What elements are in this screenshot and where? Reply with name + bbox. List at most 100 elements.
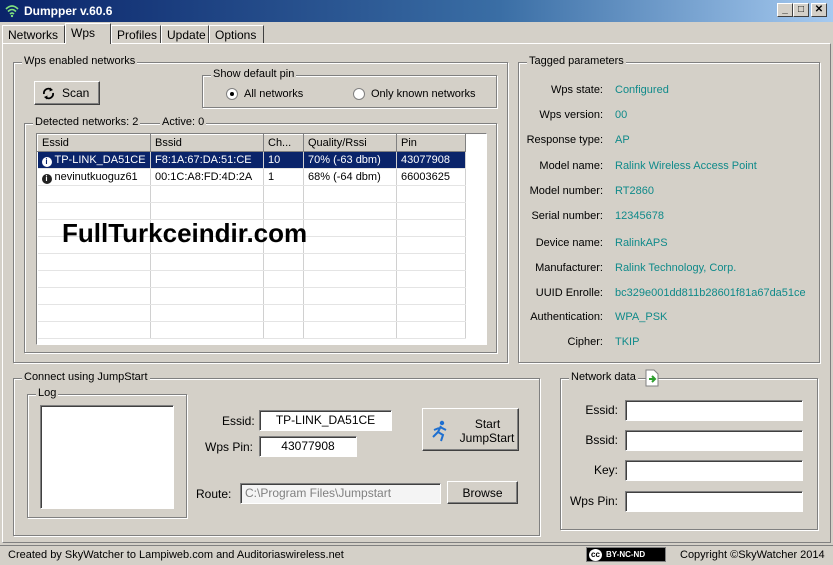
refresh-icon	[43, 87, 54, 100]
col-bssid[interactable]: Bssid	[150, 134, 264, 152]
nd-key-field[interactable]	[625, 460, 803, 481]
param-value: 00	[615, 109, 628, 121]
credits-text: Created by SkyWatcher to Lampiweb.com an…	[8, 549, 344, 561]
window-title: Dumpper v.60.6	[24, 4, 113, 18]
wps-networks-title: Wps enabled networks	[22, 55, 138, 67]
param-label: Wps state:	[551, 84, 603, 96]
log-textarea[interactable]	[40, 405, 174, 509]
param-value: RT2860	[615, 185, 654, 197]
all-networks-label: All networks	[244, 88, 304, 100]
empty-row	[37, 253, 466, 271]
active-count: Active: 0	[160, 116, 207, 128]
param-label: Device name:	[535, 237, 603, 249]
title-bar: Dumpper v.60.6 _ □ ✕	[0, 0, 833, 22]
param-value: TKIP	[615, 336, 640, 348]
empty-row	[37, 270, 466, 288]
essid-cell: i TP-LINK_DA51CE	[37, 151, 151, 169]
export-icon[interactable]	[643, 369, 661, 387]
param-label: Model number:	[529, 185, 603, 197]
network-data-title: Network data	[569, 371, 638, 383]
param-value: Ralink Technology, Corp.	[615, 262, 737, 274]
status-bar: Created by SkyWatcher to Lampiweb.com an…	[0, 545, 833, 565]
table-header-row: Essid Bssid Ch... Quality/Rssi Pin	[37, 134, 466, 152]
close-button[interactable]: ✕	[811, 3, 827, 17]
col-essid[interactable]: Essid	[37, 134, 151, 152]
param-label: Wps version:	[539, 109, 603, 121]
param-label: Model name:	[539, 160, 603, 172]
route-field[interactable]: C:\Program Files\Jumpstart	[240, 483, 441, 504]
empty-row	[37, 202, 466, 220]
bssid-cell: 00:1C:A8:FD:4D:2A	[150, 168, 264, 186]
minimize-button[interactable]: _	[777, 3, 793, 17]
known-networks-label: Only known networks	[371, 88, 476, 100]
wifi-app-icon	[5, 5, 19, 18]
info-icon: i	[41, 156, 52, 167]
start-label: Start	[474, 417, 501, 431]
col-pin[interactable]: Pin	[396, 134, 466, 152]
param-label: Response type:	[526, 134, 603, 146]
bssid-cell: F8:1A:67:DA:51:CE	[150, 151, 264, 169]
jumpstart-label: JumpStart	[459, 431, 515, 445]
param-value: WPA_PSK	[615, 311, 668, 323]
empty-row	[37, 185, 466, 203]
scan-label: Scan	[62, 86, 90, 100]
tagged-parameters-title: Tagged parameters	[527, 55, 626, 67]
tab-update[interactable]: Update	[161, 25, 209, 44]
nd-pin-label: Wps Pin:	[569, 494, 618, 508]
quality-cell: 70% (-63 dbm)	[303, 151, 397, 169]
nd-bssid-field[interactable]	[625, 430, 803, 451]
tab-wps[interactable]: Wps	[65, 23, 111, 44]
runner-icon	[432, 420, 447, 442]
default-pin-title: Show default pin	[211, 68, 297, 80]
detected-count: Detected networks: 2	[33, 116, 141, 128]
essid-text: TP-LINK_DA51CE	[54, 153, 146, 166]
scan-button[interactable]: Scan	[34, 81, 100, 105]
nd-essid-field[interactable]	[625, 400, 803, 421]
col-channel[interactable]: Ch...	[263, 134, 304, 152]
param-value: 12345678	[615, 210, 664, 222]
param-label: UUID Enrolle:	[535, 287, 603, 299]
watermark-text: FullTurkceindir.com	[62, 218, 308, 248]
license-text: BY-NC-ND	[606, 550, 646, 559]
essid-label: Essid:	[222, 414, 255, 428]
info-icon: i	[41, 173, 52, 184]
browse-button[interactable]: Browse	[447, 481, 518, 504]
param-label: Serial number:	[531, 210, 603, 222]
copyright-text: Copyright ©SkyWatcher 2014	[680, 549, 825, 561]
param-label: Cipher:	[567, 336, 603, 348]
start-jumpstart-button[interactable]: Start JumpStart	[422, 408, 519, 451]
param-label: Manufacturer:	[535, 262, 603, 274]
nd-pin-field[interactable]	[625, 491, 803, 512]
param-value: bc329e001dd811b28601f81a67da51ce	[615, 287, 806, 299]
maximize-button[interactable]: □	[793, 3, 809, 17]
cc-icon: cc	[589, 549, 602, 561]
tab-profiles[interactable]: Profiles	[111, 25, 161, 44]
essid-cell: i nevinutkuoguz61	[37, 168, 151, 186]
col-quality[interactable]: Quality/Rssi	[303, 134, 397, 152]
nd-bssid-label: Bssid:	[585, 433, 618, 447]
param-value: RalinkAPS	[615, 237, 668, 249]
all-networks-radio[interactable]	[226, 88, 238, 100]
cc-license-badge[interactable]: cc BY-NC-ND	[586, 547, 666, 562]
pin-cell: 43077908	[396, 151, 466, 169]
wps-pin-field[interactable]: 43077908	[259, 436, 357, 457]
tab-networks[interactable]: Networks	[2, 25, 65, 44]
table-row[interactable]: i TP-LINK_DA51CE F8:1A:67:DA:51:CE 10 70%…	[37, 151, 466, 169]
empty-row	[37, 287, 466, 305]
quality-cell: 68% (-64 dbm)	[303, 168, 397, 186]
jumpstart-title: Connect using JumpStart	[22, 371, 150, 383]
essid-field[interactable]: TP-LINK_DA51CE	[259, 410, 392, 431]
pin-cell: 66003625	[396, 168, 466, 186]
log-title: Log	[36, 387, 59, 399]
essid-text: nevinutkuoguz61	[54, 170, 138, 183]
param-value: AP	[615, 134, 630, 146]
empty-row	[37, 304, 466, 322]
nd-essid-label: Essid:	[585, 403, 618, 417]
known-networks-radio[interactable]	[353, 88, 365, 100]
param-value: Configured	[615, 84, 669, 96]
param-label: Authentication:	[530, 311, 603, 323]
tab-options[interactable]: Options	[209, 25, 264, 44]
param-value: Ralink Wireless Access Point	[615, 160, 757, 172]
table-row[interactable]: i nevinutkuoguz61 00:1C:A8:FD:4D:2A 1 68%…	[37, 168, 466, 186]
channel-cell: 10	[263, 151, 304, 169]
